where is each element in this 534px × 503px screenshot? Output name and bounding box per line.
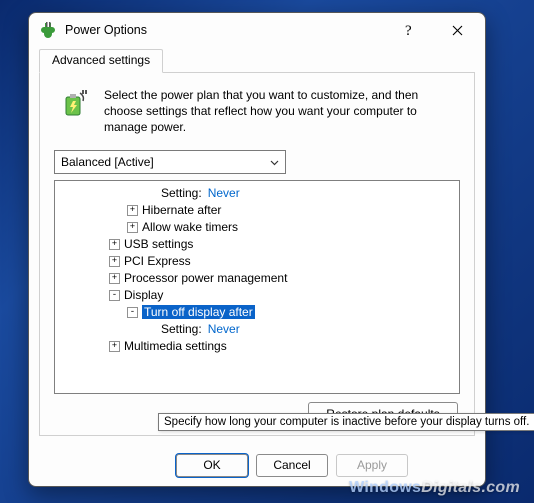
power-plan-select[interactable]: Balanced [Active] — [54, 150, 286, 174]
intro-block: Select the power plan that you want to c… — [54, 87, 460, 142]
tab-panel: Select the power plan that you want to c… — [39, 73, 475, 436]
setting-value[interactable]: Never — [208, 186, 240, 200]
apply-button: Apply — [336, 454, 408, 477]
expand-icon[interactable]: + — [109, 341, 120, 352]
expand-icon[interactable]: + — [109, 256, 120, 267]
battery-plug-icon — [58, 87, 92, 121]
tree-row-display[interactable]: - Display — [55, 287, 459, 304]
tab-advanced-settings[interactable]: Advanced settings — [39, 49, 163, 73]
tabstrip: Advanced settings — [39, 49, 475, 73]
ok-button[interactable]: OK — [176, 454, 248, 477]
selected-item: Turn off display after — [142, 305, 255, 319]
setting-label: Setting: — [161, 322, 202, 336]
watermark: WindowsDigitals.com — [349, 479, 520, 497]
tooltip: Specify how long your computer is inacti… — [158, 413, 534, 431]
tree-row-allow-wake[interactable]: + Allow wake timers — [55, 219, 459, 236]
window-title: Power Options — [65, 23, 381, 37]
collapse-icon[interactable]: - — [127, 307, 138, 318]
expand-icon[interactable]: + — [109, 273, 120, 284]
settings-tree[interactable]: Setting: Never + Hibernate after + Allow… — [54, 180, 460, 394]
close-button[interactable] — [437, 15, 477, 45]
expand-icon[interactable]: + — [109, 239, 120, 250]
setting-label: Setting: — [161, 186, 202, 200]
tree-row-turn-off-setting: Setting: Never — [55, 321, 459, 338]
svg-text:?: ? — [405, 23, 412, 38]
tree-row-multimedia[interactable]: + Multimedia settings — [55, 338, 459, 355]
tree-row-usb[interactable]: + USB settings — [55, 236, 459, 253]
expand-icon[interactable]: + — [127, 222, 138, 233]
cancel-button[interactable]: Cancel — [256, 454, 328, 477]
tree-row-turn-off-display[interactable]: - Turn off display after — [55, 304, 459, 321]
power-options-dialog: Power Options ? Advanced settings Select… — [28, 12, 486, 487]
tree-row-hibernate[interactable]: + Hibernate after — [55, 202, 459, 219]
chevron-down-icon — [270, 155, 279, 169]
setting-value[interactable]: Never — [208, 322, 240, 336]
tree-row-setting: Setting: Never — [55, 185, 459, 202]
expand-icon[interactable]: + — [127, 205, 138, 216]
tree-row-processor[interactable]: + Processor power management — [55, 270, 459, 287]
collapse-icon[interactable]: - — [109, 290, 120, 301]
tree-row-pci[interactable]: + PCI Express — [55, 253, 459, 270]
power-plug-icon — [39, 21, 57, 39]
power-plan-selected: Balanced [Active] — [61, 155, 154, 169]
help-button[interactable]: ? — [389, 15, 429, 45]
intro-text: Select the power plan that you want to c… — [104, 87, 456, 136]
titlebar: Power Options ? — [29, 13, 485, 47]
